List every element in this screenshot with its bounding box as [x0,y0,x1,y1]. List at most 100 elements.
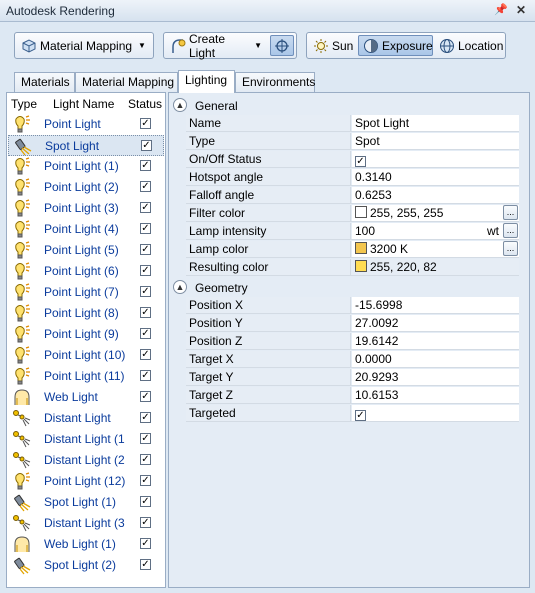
light-status-checkbox[interactable]: ✓ [140,412,151,423]
property-row: Lamp intensity 100 wt... [186,223,519,240]
collapse-icon[interactable]: ▲ [173,98,187,112]
property-label: Falloff angle [186,187,351,203]
light-list-item[interactable]: Point Light (8) ✓ [8,303,164,324]
light-list-item[interactable]: Point Light (12) ✓ [8,471,164,492]
location-label: Location [458,38,504,53]
light-list-item[interactable]: Point Light (7) ✓ [8,282,164,303]
ellipsis-button[interactable]: ... [503,241,518,256]
light-status-checkbox[interactable]: ✓ [140,265,151,276]
ellipsis-button[interactable]: ... [503,205,518,220]
property-value[interactable]: 27.0092 [352,315,519,331]
light-list-item[interactable]: Distant Light (1 ✓ [8,429,164,450]
light-status-checkbox[interactable]: ✓ [140,202,151,213]
light-status-checkbox[interactable]: ✓ [140,223,151,234]
light-status-checkbox[interactable]: ✓ [140,349,151,360]
light-status-checkbox[interactable]: ✓ [140,118,151,129]
point-light-icon [12,283,32,302]
material-mapping-dropdown[interactable]: Material Mapping ▼ [17,35,151,56]
light-list-item[interactable]: Point Light (4) ✓ [8,219,164,240]
property-value-text: 19.6142 [355,334,399,348]
light-name: Point Light (7) [44,285,119,299]
property-value[interactable]: 0.0000 [352,351,519,367]
light-status-checkbox[interactable]: ✓ [140,475,151,486]
property-row: Target Z 10.6153 [186,387,519,404]
light-status-checkbox[interactable]: ✓ [141,140,152,151]
property-value[interactable]: 100 wt... [352,223,519,239]
light-list-item[interactable]: Distant Light ✓ [8,408,164,429]
light-list-item[interactable]: Web Light (1) ✓ [8,534,164,555]
property-value[interactable]: 19.6142 [352,333,519,349]
light-list-item[interactable]: Point Light (1) ✓ [8,156,164,177]
light-status-checkbox[interactable]: ✓ [140,538,151,549]
light-status-checkbox[interactable]: ✓ [140,496,151,507]
tab-environments[interactable]: Environments [235,72,315,92]
light-status-checkbox[interactable]: ✓ [140,433,151,444]
web-light-icon [12,535,32,554]
property-value[interactable]: Spot Light [352,115,519,131]
ellipsis-button[interactable]: ... [503,223,518,238]
light-list-item[interactable]: Point Light (6) ✓ [8,261,164,282]
light-list-item[interactable]: Point Light (3) ✓ [8,198,164,219]
create-light-group: Create Light ▼ [163,32,297,60]
column-header-type[interactable]: Type [11,97,37,111]
light-status-checkbox[interactable]: ✓ [140,454,151,465]
light-list-item[interactable]: Point Light (10) ✓ [8,345,164,366]
point-light-icon [12,220,32,239]
light-list-item[interactable]: Spot Light (2) ✓ [8,555,164,576]
create-light-dropdown[interactable]: Create Light ▼ [166,32,266,60]
light-list-panel: Type Light Name Status Point Light ✓ Spot … [6,92,166,588]
property-value[interactable]: 0.3140 [352,169,519,185]
general-section-header[interactable]: ▲ General [173,97,523,115]
collapse-icon[interactable]: ▲ [173,280,187,294]
light-list-item[interactable]: Point Light (9) ✓ [8,324,164,345]
light-status-checkbox[interactable]: ✓ [140,391,151,402]
column-header-name[interactable]: Light Name [53,97,114,111]
property-label: Hotspot angle [186,169,351,185]
property-value[interactable]: 3200 K... [352,241,519,257]
light-list-item[interactable]: Point Light ✓ [8,114,164,135]
property-value[interactable]: 20.9293 [352,369,519,385]
geometry-section-header[interactable]: ▲ Geometry [173,279,523,297]
sun-button[interactable]: Sun [309,35,357,56]
light-status-checkbox[interactable]: ✓ [140,307,151,318]
property-label: Type [186,133,351,149]
close-icon[interactable]: ✕ [514,3,528,17]
light-status-checkbox[interactable]: ✓ [140,244,151,255]
light-status-checkbox[interactable]: ✓ [140,328,151,339]
light-status-checkbox[interactable]: ✓ [140,559,151,570]
property-value[interactable]: 255, 255, 255... [352,205,519,221]
property-value[interactable]: ✓ [352,151,519,167]
pin-icon[interactable]: 📌 [494,3,508,17]
location-button[interactable]: Location [435,35,503,56]
property-value[interactable]: Spot [352,133,519,149]
light-list-item[interactable]: Point Light (11) ✓ [8,366,164,387]
property-value[interactable]: ✓ [352,405,519,421]
light-status-checkbox[interactable]: ✓ [140,517,151,528]
target-light-button[interactable] [270,35,294,56]
property-value[interactable]: 0.6253 [352,187,519,203]
light-status-checkbox[interactable]: ✓ [140,181,151,192]
light-status-checkbox[interactable]: ✓ [140,370,151,381]
tab-material-mapping[interactable]: Material Mapping [75,72,178,92]
exposure-button[interactable]: Exposure [358,35,433,56]
property-value-text: 0.6253 [355,188,392,202]
tab-lighting[interactable]: Lighting [178,70,235,93]
light-list-item[interactable]: Distant Light (2 ✓ [8,450,164,471]
property-value[interactable]: 10.6153 [352,387,519,403]
light-status-checkbox[interactable]: ✓ [140,286,151,297]
property-checkbox[interactable]: ✓ [355,156,366,167]
property-checkbox[interactable]: ✓ [355,410,366,421]
light-list-item[interactable]: Point Light (5) ✓ [8,240,164,261]
light-list-item[interactable]: Point Light (2) ✓ [8,177,164,198]
column-header-status[interactable]: Status [128,97,162,111]
light-list-item[interactable]: Web Light ✓ [8,387,164,408]
property-value[interactable]: -15.6998 [352,297,519,313]
material-mapping-group: Material Mapping ▼ [14,32,154,59]
light-list-item[interactable]: Spot Light ✓ [8,135,164,156]
tab-materials[interactable]: Materials [14,72,75,92]
property-value-text: -15.6998 [355,298,403,312]
light-status-checkbox[interactable]: ✓ [140,160,151,171]
light-list-item[interactable]: Spot Light (1) ✓ [8,492,164,513]
property-label: Target Y [186,369,351,385]
light-list-item[interactable]: Distant Light (3 ✓ [8,513,164,534]
